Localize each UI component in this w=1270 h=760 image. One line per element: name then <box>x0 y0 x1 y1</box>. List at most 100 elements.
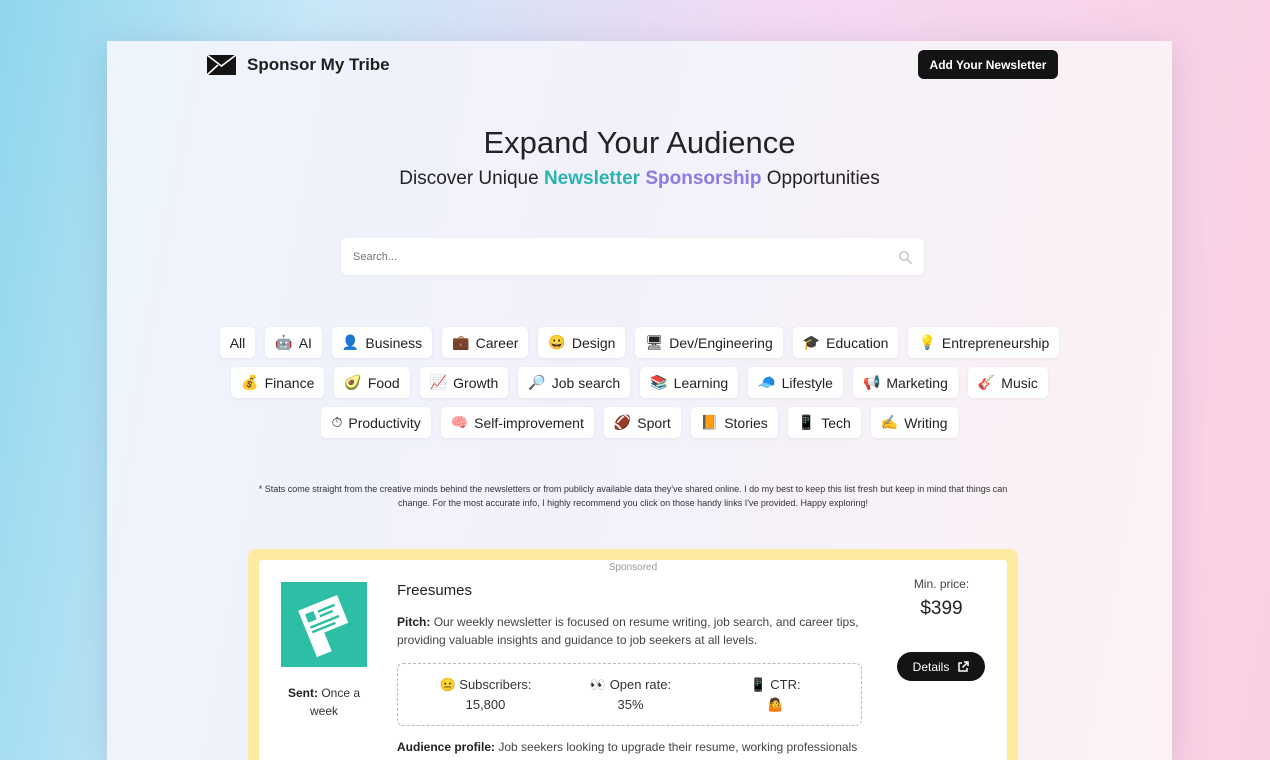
category-icon: 🧢 <box>758 374 776 390</box>
sent-label: Sent: <box>287 686 318 700</box>
hero-highlight-newsletter: Newsletter <box>543 168 641 189</box>
category-label: Growth <box>453 374 499 391</box>
category-filters: All 🤖 AI 👤 Business 💼 Career 😀 Design 🖥 Dev/Engine… <box>107 327 1172 447</box>
category-chip-finance[interactable]: 💰 Finance <box>231 367 325 398</box>
category-label: Productivity <box>348 414 421 431</box>
category-chip-lifestyle[interactable]: 🧢 Lifestyle <box>748 367 843 398</box>
audience-text: Job seekers looking to upgrade their res… <box>498 740 858 754</box>
category-icon: 👤 <box>341 334 360 350</box>
category-chip-music[interactable]: 🎸 Music <box>967 367 1048 398</box>
min-price-label: Min. price: <box>913 577 970 591</box>
stats-box: 😐 Subscribers: 15,800 👀 Open rate: 35% 📱… <box>397 663 862 726</box>
ctr-value: 🤷 <box>767 697 784 712</box>
open-rate-value: 35% <box>617 697 644 712</box>
category-chip-entrepreneurship[interactable]: 💡 Entrepreneurship <box>908 327 1060 358</box>
category-chip-business[interactable]: 👤 Business <box>331 327 433 358</box>
category-row: 💰 Finance 🥑 Food 📈 Growth 🔎 Job search 📚 Learning… <box>107 367 1172 398</box>
audience-label: Audience profile: <box>397 740 496 754</box>
eyes-icon: 👀 <box>589 677 607 692</box>
external-link-icon <box>958 660 970 672</box>
category-chip-growth[interactable]: 📈 Growth <box>419 367 509 398</box>
category-icon: 🏈 <box>613 414 632 430</box>
category-icon: 📈 <box>429 374 448 390</box>
category-chip-sport[interactable]: 🏈 Sport <box>603 407 681 438</box>
open-rate-stat: 👀 Open rate: 35% <box>583 677 678 712</box>
category-label: Marketing <box>886 374 948 391</box>
search-icon[interactable] <box>898 250 912 264</box>
category-label: Sport <box>637 414 671 431</box>
category-icon: 🥑 <box>344 374 362 390</box>
category-label: Dev/Engineering <box>669 334 773 351</box>
brand-name: Sponsor My Tribe <box>247 55 390 74</box>
category-icon: ⏱ <box>331 414 343 430</box>
category-chip-learning[interactable]: 📚 Learning <box>640 367 739 398</box>
category-label: Self-improvement <box>474 414 584 431</box>
add-newsletter-button[interactable]: Add Your Newsletter <box>918 50 1058 79</box>
sent-value: Once a week <box>309 686 361 718</box>
hero-title: Expand Your Audience <box>483 125 796 160</box>
subscribers-stat: 😐 Subscribers: 15,800 <box>438 677 533 712</box>
brand-logo[interactable]: Sponsor My Tribe <box>207 55 390 75</box>
listing-card-body: Sponsored Sent: Once a week Freesumes Pi… <box>259 560 1007 760</box>
category-label: Learning <box>673 374 729 391</box>
category-label: Education <box>826 334 889 351</box>
pitch-text: Our weekly newsletter is focused on resu… <box>397 615 859 647</box>
hero-highlight-sponsorship: Sponsorship <box>645 168 762 189</box>
category-chip-writing[interactable]: ✍ Writing <box>870 407 958 438</box>
category-chip-productivity[interactable]: ⏱ Productivity <box>321 407 431 438</box>
category-icon: 💰 <box>241 374 259 390</box>
hero-sub-suffix: Opportunities <box>766 168 880 189</box>
category-icon: 🎓 <box>802 334 821 350</box>
category-chip-stories[interactable]: 📙 Stories <box>690 407 778 438</box>
category-label: Writing <box>904 414 948 431</box>
category-icon: 📢 <box>862 374 881 390</box>
category-label: Design <box>571 334 616 351</box>
category-icon: ✍ <box>880 414 899 430</box>
category-row: ⏱ Productivity 🧠 Self-improvement 🏈 Sport 📙 Sto… <box>107 407 1172 438</box>
category-icon: 😀 <box>548 334 566 350</box>
category-icon: 📙 <box>700 414 719 430</box>
search-box <box>341 238 924 275</box>
sponsored-label: Sponsored <box>608 562 658 573</box>
search-input[interactable] <box>353 250 898 263</box>
category-chip-self-improvement[interactable]: 🧠 Self-improvement <box>440 407 594 438</box>
category-icon: 🤖 <box>275 334 293 350</box>
pitch-label: Pitch: <box>397 615 431 629</box>
category-label: Finance <box>264 374 315 391</box>
newsletter-pitch: Pitch: Our weekly newsletter is focused … <box>397 613 867 649</box>
category-label: Stories <box>724 414 768 431</box>
ctr-label: CTR: <box>770 677 801 692</box>
open-rate-label: Open rate: <box>609 677 672 692</box>
category-label: All <box>229 334 246 351</box>
ctr-stat: 📱 CTR: 🤷 <box>743 677 808 713</box>
category-label: Food <box>367 374 400 391</box>
category-chip-tech[interactable]: 📱 Tech <box>787 407 861 438</box>
category-chip-education[interactable]: 🎓 Education <box>792 327 899 358</box>
category-chip-design[interactable]: 😀 Design <box>538 327 626 358</box>
details-label: Details <box>912 659 950 674</box>
category-label: AI <box>298 334 312 351</box>
logo-icon <box>207 55 236 75</box>
category-chip-career[interactable]: 💼 Career <box>442 327 529 358</box>
category-icon: 🔎 <box>528 374 546 390</box>
newsletter-name[interactable]: Freesumes <box>397 582 472 599</box>
category-label: Lifestyle <box>781 374 833 391</box>
sponsored-listing-card: Sponsored Sent: Once a week Freesumes Pi… <box>248 549 1018 760</box>
category-icon: 💼 <box>452 334 470 350</box>
newsletter-logo[interactable] <box>281 582 367 667</box>
category-chip-food[interactable]: 🥑 Food <box>334 367 410 398</box>
category-chip-job-search[interactable]: 🔎 Job search <box>518 367 631 398</box>
category-label: Job search <box>551 374 621 391</box>
category-chip-marketing[interactable]: 📢 Marketing <box>852 367 958 398</box>
category-chip-ai[interactable]: 🤖 AI <box>265 327 322 358</box>
phone-icon: 📱 <box>750 677 767 692</box>
hero-sub-prefix: Discover Unique <box>399 168 539 189</box>
category-chip-dev-engineering[interactable]: 🖥 Dev/Engineering <box>635 327 783 358</box>
category-icon: 🧠 <box>450 414 469 430</box>
category-label: Career <box>475 334 519 351</box>
send-frequency: Sent: Once a week <box>281 684 367 720</box>
audience-profile: Audience profile: Job seekers looking to… <box>397 740 867 754</box>
details-button[interactable]: Details <box>897 652 985 681</box>
category-chip-all[interactable]: All <box>219 327 256 358</box>
category-icon: 🎸 <box>977 374 996 390</box>
